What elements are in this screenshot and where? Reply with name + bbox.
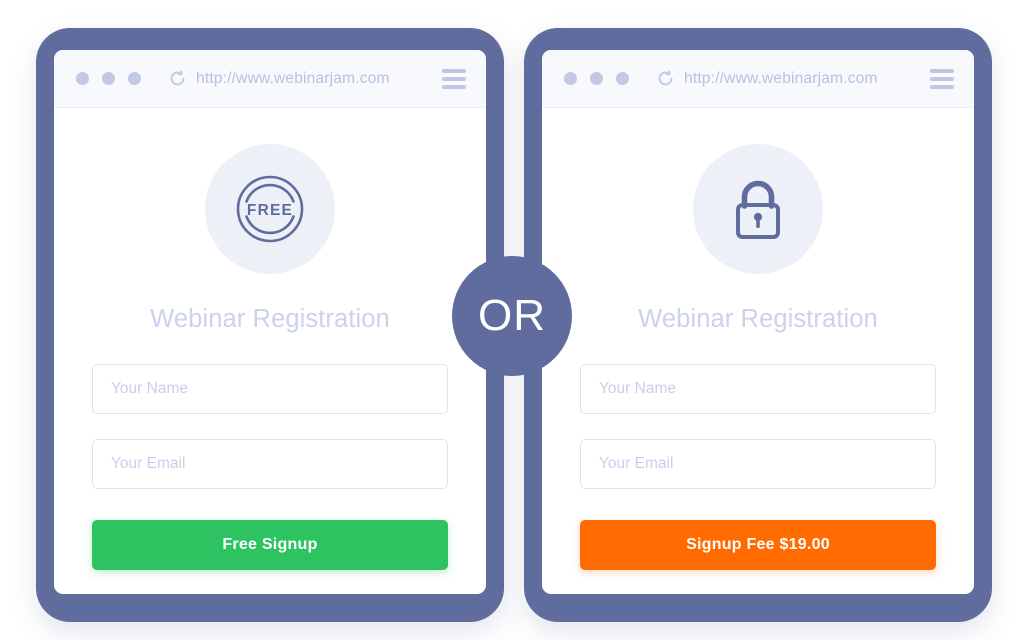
free-stamp-icon: FREE xyxy=(236,175,304,243)
reload-icon[interactable] xyxy=(657,70,674,87)
reload-icon[interactable] xyxy=(169,70,186,87)
window-dot-icon[interactable] xyxy=(128,72,141,85)
free-badge: FREE xyxy=(205,144,335,274)
registration-page: Webinar Registration Signup Fee $19.00 xyxy=(542,108,974,594)
paid-signup-button[interactable]: Signup Fee $19.00 xyxy=(580,520,936,570)
window-dot-icon[interactable] xyxy=(76,72,89,85)
window-controls xyxy=(76,72,141,85)
window-controls xyxy=(564,72,629,85)
hamburger-menu-icon[interactable] xyxy=(442,68,466,89)
name-input[interactable] xyxy=(580,364,936,414)
browser-chrome: http://www.webinarjam.com xyxy=(542,50,974,108)
window-dot-icon[interactable] xyxy=(616,72,629,85)
free-badge-text: FREE xyxy=(247,202,293,219)
browser-card-free: http://www.webinarjam.com FREE Webinar R… xyxy=(36,28,504,622)
email-input[interactable] xyxy=(580,439,936,489)
registration-page: FREE Webinar Registration Free Signup xyxy=(54,108,486,594)
hamburger-menu-icon[interactable] xyxy=(930,68,954,89)
mockup-stage: http://www.webinarjam.com FREE Webinar R… xyxy=(0,0,1024,640)
browser-chrome: http://www.webinarjam.com xyxy=(54,50,486,108)
browser-window: http://www.webinarjam.com FREE Webinar R… xyxy=(54,50,486,594)
email-input[interactable] xyxy=(92,439,448,489)
browser-window: http://www.webinarjam.com Webinar Regist… xyxy=(542,50,974,594)
address-bar-url[interactable]: http://www.webinarjam.com xyxy=(196,70,390,88)
window-dot-icon[interactable] xyxy=(590,72,603,85)
address-bar-url[interactable]: http://www.webinarjam.com xyxy=(684,70,878,88)
window-dot-icon[interactable] xyxy=(102,72,115,85)
page-title: Webinar Registration xyxy=(150,305,390,333)
window-dot-icon[interactable] xyxy=(564,72,577,85)
page-title: Webinar Registration xyxy=(638,305,878,333)
free-signup-button[interactable]: Free Signup xyxy=(92,520,448,570)
name-input[interactable] xyxy=(92,364,448,414)
lock-icon xyxy=(736,180,780,239)
browser-card-paid: http://www.webinarjam.com Webinar Regist… xyxy=(524,28,992,622)
lock-badge xyxy=(693,144,823,274)
or-divider: OR xyxy=(452,256,572,376)
